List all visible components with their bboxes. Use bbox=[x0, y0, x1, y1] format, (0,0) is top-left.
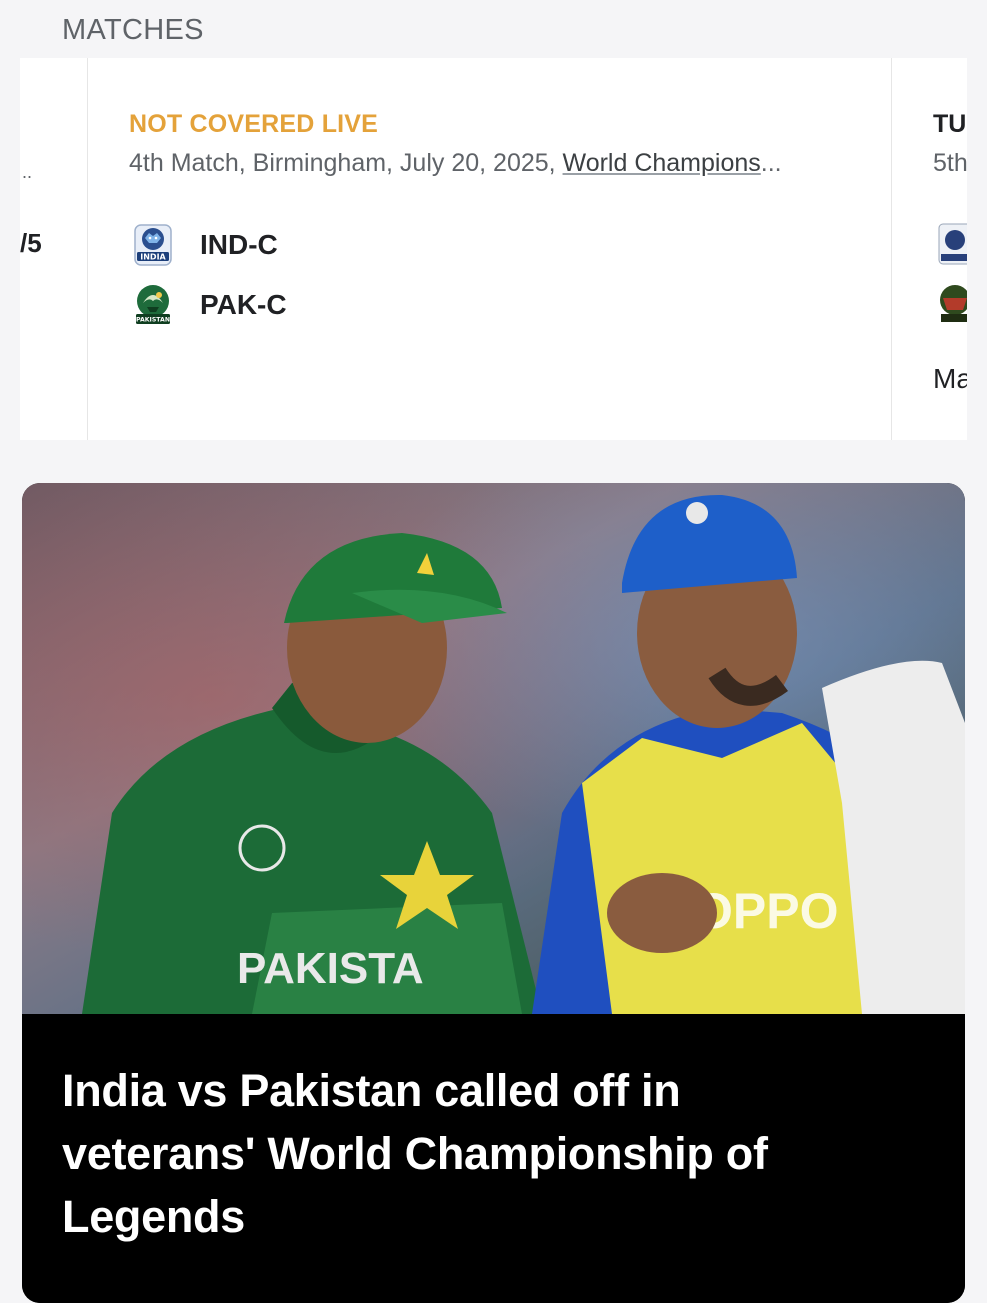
match-meta: 4th Match, Birmingham, July 20, 2025, Wo… bbox=[129, 149, 849, 178]
next-card-meta: 5th bbox=[933, 149, 967, 177]
match-card[interactable]: NOT COVERED LIVE 4th Match, Birmingham, … bbox=[129, 58, 869, 440]
team-name: PAK-C bbox=[200, 289, 287, 320]
next-card-footer: Ma bbox=[933, 363, 967, 394]
card-divider bbox=[891, 58, 892, 440]
matches-carousel[interactable]: .. /5 NOT COVERED LIVE 4th Match, Birmin… bbox=[20, 58, 967, 440]
jersey-text: PAKISTA bbox=[237, 944, 424, 993]
team-row: INDIA IND-C bbox=[129, 220, 278, 270]
match-meta-text: 4th Match, Birmingham, July 20, 2025, bbox=[129, 149, 563, 177]
match-status: NOT COVERED LIVE bbox=[129, 110, 379, 138]
team-name: IND-C bbox=[200, 229, 278, 260]
previous-card-meta: .. bbox=[22, 162, 33, 182]
previous-card-score: /5 bbox=[20, 228, 42, 258]
india-champions-logo-icon: INDIA bbox=[134, 224, 172, 266]
team-logo-icon bbox=[940, 285, 967, 322]
team-row: PAKISTAN PAK-C bbox=[129, 280, 287, 330]
series-link[interactable]: World Champions bbox=[563, 149, 761, 177]
news-text-panel: India vs Pakistan called off in veterans… bbox=[22, 1014, 965, 1303]
meta-ellipsis: ... bbox=[760, 149, 782, 177]
next-match-card[interactable]: TU 5th Ma bbox=[933, 58, 967, 440]
section-title: MATCHES bbox=[62, 14, 204, 46]
pakistan-logo-label: PAKISTAN bbox=[136, 317, 170, 324]
news-card[interactable]: PAKISTA OPPO India vs Pakistan called of… bbox=[22, 483, 965, 1303]
pakistan-champions-logo-icon: PAKISTAN bbox=[136, 285, 170, 324]
team-logo-icon bbox=[938, 223, 967, 265]
india-logo-label: INDIA bbox=[140, 253, 166, 262]
card-divider bbox=[87, 58, 88, 440]
next-card-status: TU bbox=[933, 110, 967, 138]
news-headline[interactable]: India vs Pakistan called off in veterans… bbox=[62, 1059, 822, 1248]
news-thumbnail: PAKISTA OPPO bbox=[22, 483, 965, 1014]
